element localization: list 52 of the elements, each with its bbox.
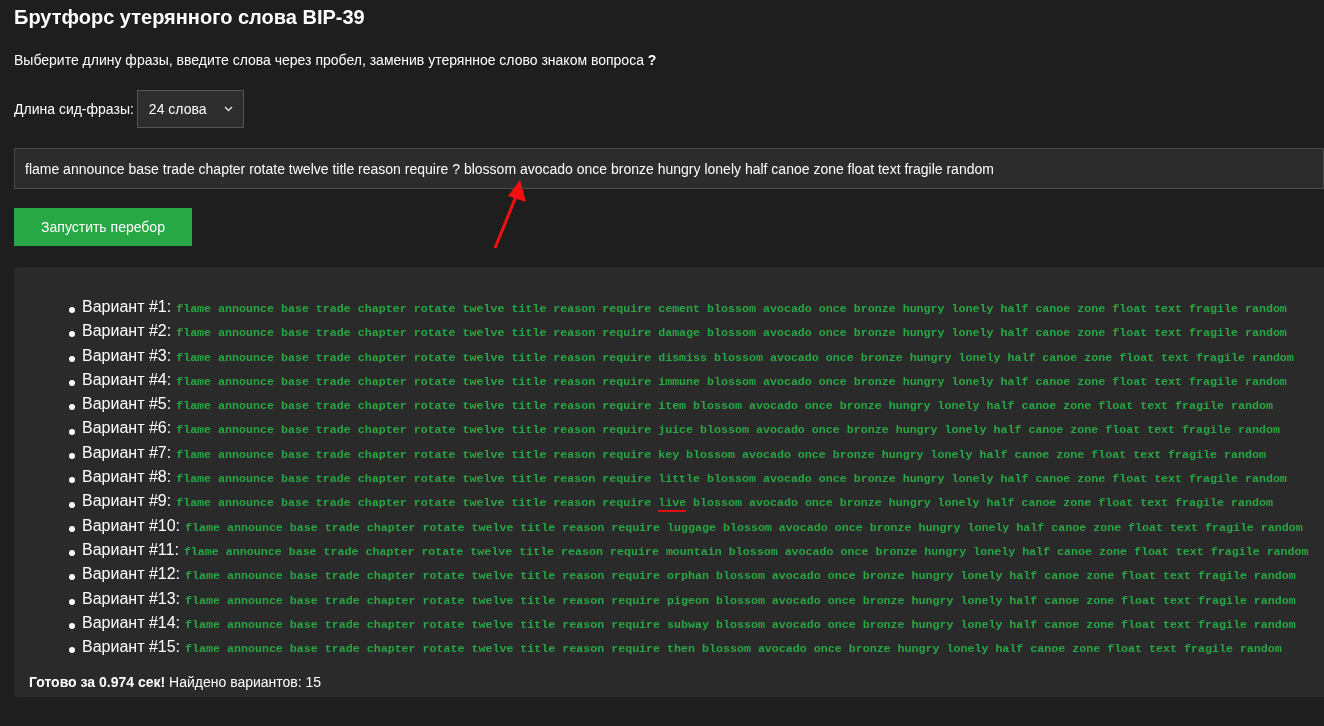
status-text: Готово за 0.974 сек! Найдено вариантов: 15 <box>29 674 323 691</box>
bullet-icon <box>69 525 75 532</box>
variant-label: Вариант #15: <box>82 638 181 657</box>
variant-label: Вариант #11: <box>82 540 179 559</box>
variant-label: Вариант #2: <box>82 322 172 341</box>
phrase-input[interactable]: flame announce base trade chapter rotate twelve title reason require ? blossom avocado once bronze hungry lonely half canoe zone float text fragile random <box>14 148 1324 189</box>
bullet-icon <box>69 623 75 629</box>
bullet-icon <box>69 404 75 411</box>
bullet-icon <box>69 452 75 459</box>
variant-label: Вариант #5: <box>82 395 172 414</box>
variant-label: Вариант #14: <box>82 613 181 632</box>
variant-phrase: flame announce base trade chapter rotate twelve title reason require live blossom avocado once bronze hungry lonely half canoe zone float text fragile random <box>176 496 1273 510</box>
variant-phrase: flame announce base trade chapter rotate twelve title reason require key blossom avocado once bronze hungry lonely half canoe zone float text fragile random <box>176 447 1266 461</box>
caret-icon <box>224 106 234 112</box>
variant-phrase: flame announce base trade chapter rotate twelve title reason require pigeon blossom avocado once bronze hungry lonely half canoe zone float text fragile random <box>185 593 1296 607</box>
variant-phrase: flame announce base trade chapter rotate twelve title reason require orphan blossom avocado once bronze hungry lonely half canoe zone float text fragile random <box>185 569 1296 583</box>
variant-phrase: flame announce base trade chapter rotate twelve title reason require cement blossom avocado once bronze hungry lonely half canoe zone float text fragile random <box>176 302 1287 315</box>
variant-label: Вариант #6: <box>82 419 172 438</box>
variant-label: Вариант #12: <box>82 565 181 584</box>
variant-phrase: flame announce base trade chapter rotate twelve title reason require immune blossom avocado once bronze hungry lonely half canoe zone float text fragile random <box>176 374 1287 388</box>
bullet-icon <box>69 428 75 435</box>
variant-phrase: flame announce base trade chapter rotate twelve title reason require damage blossom avocado once bronze hungry lonely half canoe zone float text fragile random <box>176 326 1287 340</box>
page-title: Брутфорс утерянного слова BIP-39 <box>14 6 366 30</box>
bullet-icon <box>69 307 75 314</box>
variant-label: Вариант #1: <box>82 298 172 316</box>
instruction-text: Выберите длину фразы, введите слова через пробел, заменив утерянное слово знаком вопроса ? <box>14 52 658 70</box>
variant-label: Вариант #9: <box>82 492 172 511</box>
variant-phrase: flame announce base trade chapter rotate twelve title reason require subway blossom avocado once bronze hungry lonely half canoe zone float text fragile random <box>185 617 1296 631</box>
length-label: Длина сид-фразы: <box>14 101 134 117</box>
bullet-icon <box>69 355 75 362</box>
variant-label: Вариант #8: <box>82 468 172 487</box>
bullet-icon <box>69 550 75 557</box>
variant-label: Вариант #10: <box>82 516 181 535</box>
length-select[interactable]: 24 слова <box>136 90 245 128</box>
variant-label: Вариант #7: <box>82 443 172 462</box>
variant-label: Вариант #3: <box>82 346 172 365</box>
bullet-icon <box>69 477 75 484</box>
bullet-icon <box>69 598 75 605</box>
bullet-icon <box>69 380 75 387</box>
variant-phrase: flame announce base trade chapter rotate twelve title reason require little blossom avocado once bronze hungry lonely half canoe zone float text fragile random <box>176 472 1287 486</box>
variant-phrase: flame announce base trade chapter rotate twelve title reason require dismiss blossom avocado once bronze hungry lonely half canoe zone float text fragile random <box>176 350 1294 364</box>
variant-phrase: flame announce base trade chapter rotate twelve title reason require item blossom avocado once bronze hungry lonely half canoe zone float text fragile random <box>176 399 1273 413</box>
variant-label: Вариант #13: <box>82 589 181 608</box>
variant-phrase: flame announce base trade chapter rotate twelve title reason require then blossom avocado once bronze hungry lonely half canoe zone float text fragile random <box>185 642 1282 656</box>
variant-phrase: flame announce base trade chapter rotate twelve title reason require mountain blossom avocado once bronze hungry lonely half canoe zone float text fragile random <box>183 544 1309 558</box>
variant-phrase: flame announce base trade chapter rotate twelve title reason require luggage blossom avocado once bronze hungry lonely half canoe zone float text fragile random <box>185 520 1303 534</box>
variant-phrase: flame announce base trade chapter rotate twelve title reason require juice blossom avocado once bronze hungry lonely half canoe zone float text fragile random <box>176 423 1280 437</box>
bullet-icon <box>69 501 75 508</box>
bullet-icon <box>69 574 75 581</box>
bullet-icon <box>69 647 75 654</box>
bullet-icon <box>69 331 75 338</box>
variant-label: Вариант #4: <box>82 370 172 389</box>
